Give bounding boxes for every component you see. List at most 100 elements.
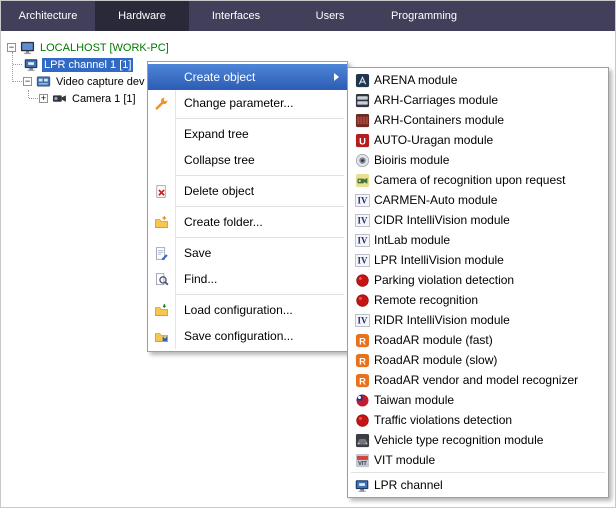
submenu-item-roadar-module-slow[interactable]: RRoadAR module (slow) [350, 350, 606, 370]
submenu-item-roadar-module-fast[interactable]: R RoadAR module (fast) [350, 330, 606, 350]
tab-users[interactable]: Users [283, 1, 377, 31]
submenu-item-label: CIDR IntelliVision module [374, 213, 510, 227]
submenu-item-ridr-intellivision-module[interactable]: IVRIDR IntelliVision module [350, 310, 606, 330]
create-folder-icon [148, 215, 175, 230]
menu-item-label: Change parameter... [175, 96, 293, 110]
menu-item-find[interactable]: Find... [148, 266, 347, 292]
submenu-arrow-icon [334, 73, 339, 81]
menu-item-save-configuration[interactable]: Save configuration... [148, 323, 347, 349]
computer-icon [19, 40, 35, 55]
svg-text:IV: IV [357, 215, 367, 225]
submenu-item-remote-recognition[interactable]: Remote recognition [350, 290, 606, 310]
menu-item-label: Find... [175, 272, 217, 286]
tab-label: Hardware [118, 10, 166, 22]
lpr-channel-icon [23, 57, 39, 72]
tab-architecture[interactable]: Architecture [1, 1, 95, 31]
submenu-item-label: Vehicle type recognition module [374, 433, 543, 447]
submenu-item-vehicle-type-recognition-module[interactable]: Vehicle type recognition module [350, 430, 606, 450]
load-config-icon [148, 303, 175, 318]
tab-hardware[interactable]: Hardware [95, 1, 189, 31]
app-window: Architecture Hardware InterfacesUsers Progr… [0, 0, 616, 508]
submenu-item-lpr-channel[interactable]: LPR channel [350, 475, 606, 495]
tab-programming[interactable]: Programming [377, 1, 471, 31]
svg-text:VIT: VIT [358, 461, 367, 467]
submenu-item-label: ARENA module [374, 73, 457, 87]
vit-icon: VIT [350, 453, 374, 468]
submenu-item-label: IntLab module [374, 233, 450, 247]
create-object-submenu: ARENA module ARH-Carriages module ARH-Cont… [347, 67, 609, 498]
submenu-item-label: LPR channel [374, 478, 443, 492]
tab-label: Architecture [19, 10, 78, 22]
submenu-item-traffic-violations-detection[interactable]: Traffic violations detection [350, 410, 606, 430]
context-menu: Create object Change parameter... Expand t… [147, 61, 348, 352]
menu-separator [176, 206, 344, 207]
submenu-item-carmen-auto-module[interactable]: IVCARMEN-Auto module [350, 190, 606, 210]
save-icon [148, 246, 175, 261]
parking-violation-icon [350, 273, 374, 288]
menu-item-label: Delete object [175, 184, 254, 198]
submenu-item-arh-carriages-module[interactable]: ARH-Carriages module [350, 90, 606, 110]
remote-recognition-icon [350, 293, 374, 308]
svg-text:U: U [359, 136, 366, 146]
submenu-item-label: LPR IntelliVision module [374, 253, 504, 267]
menu-item-expand-tree[interactable]: Expand tree [148, 121, 347, 147]
submenu-item-camera-of-recognition-upon-request[interactable]: Camera of recognition upon request [350, 170, 606, 190]
submenu-item-label: Remote recognition [374, 293, 478, 307]
submenu-item-label: VIT module [374, 453, 435, 467]
tree-expander-icon[interactable]: − [23, 77, 32, 86]
menu-item-collapse-tree[interactable]: Collapse tree [148, 147, 347, 173]
menu-item-load-configuration[interactable]: Load configuration... [148, 297, 347, 323]
submenu-item-lpr-intellivision-module[interactable]: IVLPR IntelliVision module [350, 250, 606, 270]
menu-item-change-parameter[interactable]: Change parameter... [148, 90, 347, 116]
camera-icon [51, 91, 67, 106]
submenu-item-intlab-module[interactable]: IVIntLab module [350, 230, 606, 250]
intellivision-icon: IV [350, 233, 374, 248]
tab-interfaces[interactable]: Interfaces [189, 1, 283, 31]
submenu-item-parking-violation-detection[interactable]: Parking violation detection [350, 270, 606, 290]
submenu-item-label: AUTO-Uragan module [374, 133, 493, 147]
submenu-item-roadar-vendor-and-model-recognizer[interactable]: RRoadAR vendor and model recognizer [350, 370, 606, 390]
submenu-item-label: RoadAR vendor and model recognizer [374, 373, 578, 387]
submenu-item-arh-containers-module[interactable]: ARH-Containers module [350, 110, 606, 130]
menu-separator [351, 472, 605, 473]
tree-expander-icon[interactable]: − [7, 43, 16, 52]
submenu-item-arena-module[interactable]: ARENA module [350, 70, 606, 90]
tab-label: Programming [391, 10, 457, 22]
carmen-auto-icon: IV [350, 193, 374, 208]
tree-item-localhost-work-pc[interactable]: − LOCALHOST [WORK-PC] [1, 39, 615, 56]
submenu-item-label: Parking violation detection [374, 273, 514, 287]
submenu-item-taiwan-module[interactable]: Taiwan module [350, 390, 606, 410]
tree-item-label: LOCALHOST [WORK-PC] [38, 41, 171, 55]
submenu-item-bioiris-module[interactable]: Bioiris module [350, 150, 606, 170]
svg-text:IV: IV [357, 195, 367, 205]
submenu-item-label: ARH-Carriages module [374, 93, 498, 107]
roadar-icon: R [350, 373, 374, 388]
auto-uragan-icon: U [350, 133, 374, 148]
roadar-icon: R [350, 353, 374, 368]
tree-expander-icon[interactable]: + [39, 94, 48, 103]
submenu-item-vit-module[interactable]: VIT VIT module [350, 450, 606, 470]
intellivision-icon: IV [350, 213, 374, 228]
menu-item-create-folder[interactable]: Create folder... [148, 209, 347, 235]
arh-carriages-icon [350, 93, 374, 108]
camera-recognition-icon [350, 173, 374, 188]
bioiris-icon [350, 153, 374, 168]
svg-text:R: R [359, 336, 366, 346]
submenu-item-label: RoadAR module (slow) [374, 353, 497, 367]
submenu-item-auto-uragan-module[interactable]: U AUTO-Uragan module [350, 130, 606, 150]
menu-separator [176, 118, 344, 119]
arh-containers-icon [350, 113, 374, 128]
menu-item-save[interactable]: Save [148, 240, 347, 266]
menu-item-label: Save [175, 246, 211, 260]
submenu-item-cidr-intellivision-module[interactable]: IV CIDR IntelliVision module [350, 210, 606, 230]
roadar-icon: R [350, 333, 374, 348]
submenu-item-label: Traffic violations detection [374, 413, 512, 427]
tree-item-label: Camera 1 [1] [70, 92, 138, 106]
submenu-item-label: RoadAR module (fast) [374, 333, 493, 347]
menu-item-delete-object[interactable]: Delete object [148, 178, 347, 204]
menu-item-create-object[interactable]: Create object [148, 64, 347, 90]
taiwan-icon [350, 393, 374, 408]
intellivision-icon: IV [350, 313, 374, 328]
video-capture-icon [35, 74, 51, 89]
submenu-item-label: Bioiris module [374, 153, 449, 167]
